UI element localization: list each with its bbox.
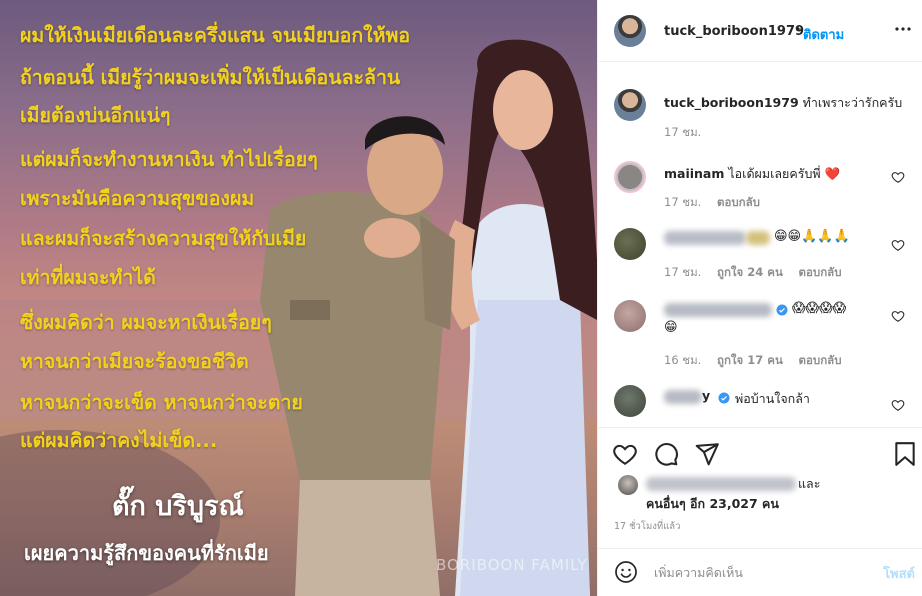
quote-line: ผมให้เงินเมียเดือนละครึ่งแสน จนเมียบอกให… bbox=[20, 24, 411, 47]
comment-username[interactable]: tuck_boriboon1979 bbox=[664, 95, 799, 110]
comment-time: 17 ชม. bbox=[664, 195, 702, 209]
post-timestamp[interactable]: 17 ชั่วโมงที่แล้ว bbox=[614, 519, 680, 534]
list-item: maiinam ไอเด้ผมเลยครับพี่ ❤️ bbox=[664, 164, 840, 184]
comment-username[interactable]: y bbox=[702, 388, 710, 403]
share-paper-plane-icon[interactable] bbox=[694, 441, 720, 467]
owner-username[interactable]: tuck_boriboon1979 bbox=[664, 24, 804, 39]
likes-count[interactable]: คนอื่นๆ อีก 23,027 คน bbox=[646, 494, 779, 514]
post-comment-button[interactable]: โพสต์ bbox=[883, 563, 915, 584]
likes-and-label: และ bbox=[798, 476, 821, 491]
comment-text: ทำเพราะว่ารักครับ bbox=[802, 95, 903, 110]
like-comment-heart-icon[interactable] bbox=[891, 398, 905, 412]
quote-line: และผมก็จะสร้างความสุขให้กับเมีย bbox=[20, 227, 307, 250]
post-sidebar: tuck_boriboon1979 • ติดตาม tuck_boriboon… bbox=[597, 0, 922, 596]
quote-line: ซึ่งผมคิดว่า ผมจะหาเงินเรื่อยๆ bbox=[20, 311, 272, 334]
comment-meta: 16 ชม. ถูกใจ 17 คน ตอบกลับ bbox=[664, 352, 854, 370]
reply-button[interactable]: ตอบกลับ bbox=[717, 195, 760, 209]
post-header: tuck_boriboon1979 • ติดตาม bbox=[598, 0, 922, 62]
like-comment-heart-icon[interactable] bbox=[891, 238, 905, 252]
save-bookmark-icon[interactable] bbox=[894, 441, 916, 467]
separator-dot: • bbox=[794, 23, 802, 38]
list-item: tuck_boriboon1979 ทำเพราะว่ารักครับ bbox=[664, 93, 902, 113]
quote-line: เท่าที่ผมจะทำได้ bbox=[20, 266, 156, 289]
post-image[interactable]: ผมให้เงินเมียเดือนละครึ่งแสน จนเมียบอกให… bbox=[0, 0, 597, 596]
watermark: BORIBOON FAMILY bbox=[436, 556, 588, 574]
reply-button[interactable]: ตอบกลับ bbox=[799, 353, 842, 367]
add-comment-bar: โพสต์ bbox=[598, 548, 922, 596]
comment-likes[interactable]: ถูกใจ 17 คน bbox=[717, 353, 783, 367]
comment-bubble-icon[interactable] bbox=[653, 441, 679, 467]
comment-username[interactable]: maiinam bbox=[664, 166, 724, 181]
comment-meta: 17 ชม. ตอบกลับ bbox=[664, 194, 772, 212]
verified-badge-icon bbox=[718, 392, 730, 404]
comment-meta: 17 ชม. ถูกใจ 24 คน ตอบกลับ bbox=[664, 264, 854, 282]
more-horizontal-icon[interactable] bbox=[891, 17, 915, 45]
heart-emoji: ❤️ bbox=[824, 166, 841, 181]
avatar[interactable] bbox=[614, 15, 646, 47]
quote-line: ถ้าตอนนี้ เมียรู้ว่าผมจะเพิ่มให้เป็นเดือ… bbox=[20, 66, 401, 89]
comment-likes[interactable]: ถูกใจ 24 คน bbox=[717, 265, 783, 279]
comment-emoji: 😁 bbox=[664, 320, 678, 335]
emoji-smiley-icon[interactable] bbox=[614, 560, 638, 584]
quote-line: แต่ผมก็จะทำงานหาเงิน ทำไปเรื่อยๆ bbox=[20, 148, 318, 171]
blurred-username bbox=[664, 303, 772, 317]
avatar[interactable] bbox=[614, 89, 646, 121]
comment-time: 17 ชม. bbox=[664, 265, 702, 279]
blurred-username bbox=[664, 390, 702, 404]
blurred-liker-name bbox=[646, 477, 796, 491]
follow-button[interactable]: ติดตาม bbox=[803, 24, 844, 45]
comment-time: 16 ชม. bbox=[664, 353, 702, 367]
blurred-badge bbox=[746, 231, 770, 245]
avatar[interactable] bbox=[614, 300, 646, 332]
like-heart-icon[interactable] bbox=[612, 441, 638, 467]
caption-name: ตั๊ก บริบูรณ์ bbox=[112, 491, 244, 522]
blurred-username bbox=[664, 231, 746, 245]
reply-button[interactable]: ตอบกลับ bbox=[799, 265, 842, 279]
comments-list[interactable]: tuck_boriboon1979 ทำเพราะว่ารักครับ 17 ช… bbox=[598, 62, 922, 427]
comment-emoji: 😁😁🙏🙏🙏 bbox=[774, 229, 850, 244]
quote-line: แต่ผมคิดว่าคงไม่เข็ด... bbox=[20, 429, 218, 452]
quote-line: หาจนกว่าจะเข็ด หาจนกว่าจะตาย bbox=[20, 391, 303, 414]
add-comment-input[interactable] bbox=[654, 561, 854, 583]
caption-subtitle: เผยความรู้สึกของคนที่รักเมีย bbox=[24, 541, 269, 565]
avatar[interactable] bbox=[614, 228, 646, 260]
quote-line: หาจนกว่าเมียจะร้องขอชีวิต bbox=[20, 350, 249, 373]
like-comment-heart-icon[interactable] bbox=[891, 170, 905, 184]
quote-line: เมียต้องบ่นอีกแน่ๆ bbox=[20, 104, 171, 127]
comment-text: ไอเด้ผมเลยครับพี่ bbox=[728, 166, 821, 181]
post-actions: และ คนอื่นๆ อีก 23,027 คน 17 ชั่วโมงที่แ… bbox=[598, 427, 922, 552]
comment-emoji: 😱😱😱😱 bbox=[792, 301, 847, 316]
avatar[interactable] bbox=[614, 385, 646, 417]
quote-line: เพราะมันคือความสุขของผม bbox=[20, 187, 255, 210]
verified-badge-icon bbox=[776, 304, 788, 316]
like-comment-heart-icon[interactable] bbox=[891, 309, 905, 323]
avatar[interactable] bbox=[614, 161, 646, 193]
comment-time: 17 ชม. bbox=[664, 125, 702, 139]
comment-text: พ่อบ้านใจกล้า bbox=[735, 391, 810, 406]
liker-avatar[interactable] bbox=[618, 475, 638, 495]
